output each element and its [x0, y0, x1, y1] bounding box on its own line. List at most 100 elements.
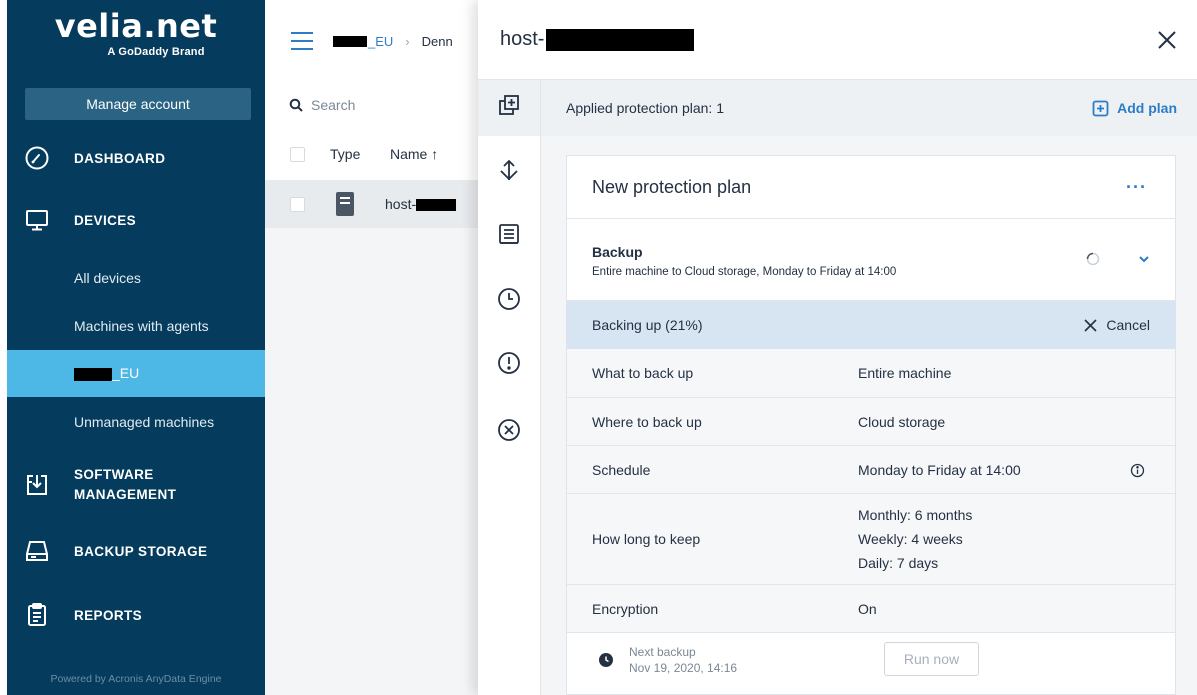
column-header-type[interactable]: Type	[330, 146, 390, 162]
sidebar-item-eu-label: _EU	[112, 365, 140, 381]
redacted-block	[333, 35, 367, 47]
sidebar: velia.net A GoDaddy Brand Manage account…	[7, 0, 265, 695]
cancel-label: Cancel	[1106, 317, 1150, 333]
dashboard-gauge-icon	[22, 143, 52, 173]
backup-arrows-icon[interactable]	[496, 158, 522, 184]
nav-devices-label: DEVICES	[74, 212, 137, 228]
redacted-block	[416, 199, 457, 212]
search-box[interactable]: Search	[265, 82, 480, 128]
manage-account-button[interactable]: Manage account	[25, 88, 251, 120]
nav-reports[interactable]: REPORTS	[7, 593, 265, 637]
row-checkbox[interactable]	[290, 196, 305, 212]
clock-history-icon[interactable]	[496, 286, 522, 312]
more-options-icon[interactable]: ···	[1126, 177, 1147, 198]
nav-reports-label: REPORTS	[74, 607, 143, 623]
nav-backup-storage[interactable]: BACKUP STORAGE	[7, 529, 265, 573]
backup-progress-row: Backing up (21%) Cancel	[567, 301, 1175, 349]
next-backup-time: Nov 19, 2020, 14:16	[629, 661, 738, 675]
clipboard-report-icon	[22, 600, 52, 630]
list-header: Type Name ↑	[265, 128, 480, 180]
select-all-checkbox[interactable]	[290, 146, 305, 162]
add-plan-label: Add plan	[1117, 100, 1177, 116]
breadcrumb-item-group[interactable]: _EU	[368, 34, 393, 49]
add-square-icon	[1092, 100, 1109, 116]
brand-tagline: A GoDaddy Brand	[107, 46, 205, 58]
nav-devices[interactable]: DEVICES	[7, 198, 265, 242]
hamburger-menu-icon[interactable]	[291, 32, 313, 50]
detail-row-retention: How long to keep Monthly: 6 months Weekl…	[567, 494, 1175, 585]
panel-header: host-	[478, 0, 1197, 80]
applied-plans-label: Applied protection plan: 1	[566, 100, 724, 116]
row-device-name-text: host-	[385, 196, 417, 212]
retention-monthly: Monthly: 6 months	[858, 507, 973, 523]
software-install-icon	[22, 470, 52, 500]
close-icon	[1084, 318, 1097, 332]
next-backup-info: Next backup Nov 19, 2020, 14:16	[629, 644, 737, 676]
activities-list-icon[interactable]	[496, 221, 522, 247]
info-icon[interactable]	[1130, 463, 1145, 478]
clock-icon	[599, 653, 613, 667]
sidebar-item-all-devices[interactable]: All devices	[7, 255, 265, 302]
app-window: velia.net A GoDaddy Brand Manage account…	[0, 0, 1197, 695]
nav-software-label-line1: SOFTWARE	[74, 467, 154, 482]
panel-tab-rail	[478, 80, 541, 695]
sidebar-item-eu-group[interactable]: _EU	[7, 350, 265, 397]
sidebar-item-unmanaged-machines[interactable]: Unmanaged machines	[7, 399, 265, 446]
redacted-block	[74, 367, 112, 381]
run-now-button[interactable]: Run now	[884, 642, 979, 676]
search-icon	[289, 98, 303, 112]
cancel-backup-button[interactable]: Cancel	[1084, 317, 1150, 333]
delete-x-circle-icon[interactable]	[496, 417, 522, 443]
next-backup-row: Next backup Nov 19, 2020, 14:16 Run now	[567, 633, 1175, 687]
nav-dashboard[interactable]: DASHBOARD	[7, 136, 265, 180]
close-icon[interactable]	[1155, 28, 1179, 52]
detail-value-list: Monthly: 6 months Weekly: 4 weeks Daily:…	[858, 503, 972, 575]
detail-row-where: Where to back up Cloud storage	[567, 398, 1175, 446]
detail-value: Cloud storage	[858, 413, 946, 430]
add-plan-button[interactable]: Add plan	[1092, 100, 1177, 117]
column-header-name[interactable]: Name ↑	[390, 146, 438, 162]
backup-progress-label: Backing up (21%)	[592, 317, 703, 333]
brand-logo: velia.net	[54, 7, 218, 45]
panel-content: Applied protection plan: 1 Add plan New …	[541, 80, 1197, 695]
nav-dashboard-label: DASHBOARD	[74, 150, 166, 166]
retention-daily: Daily: 7 days	[858, 555, 939, 571]
breadcrumb: _EU › Denn	[333, 34, 453, 49]
detail-row-what: What to back up Entire machine	[567, 349, 1175, 398]
list-toolbar: _EU › Denn	[265, 0, 480, 82]
plan-title: New protection plan	[592, 176, 752, 197]
detail-row-encryption: Encryption On	[567, 585, 1175, 633]
next-backup-label: Next backup	[629, 645, 696, 659]
protection-plans-icon[interactable]	[496, 93, 522, 119]
detail-row-schedule: Schedule Monday to Friday at 14:00	[567, 446, 1175, 494]
detail-value: On	[858, 600, 877, 617]
powered-by-text: Powered by Acronis AnyData Engine	[50, 673, 222, 685]
row-device-name: host-	[385, 196, 457, 212]
detail-key: Schedule	[592, 461, 651, 478]
storage-drive-icon	[22, 536, 52, 566]
backup-module-title: Backup	[592, 244, 643, 260]
device-detail-panel: host- Applied protection plan: 1 Add pla…	[478, 0, 1197, 695]
nav-software-label: SOFTWARE MANAGEMENT	[74, 465, 176, 505]
nav-software-management[interactable]: SOFTWARE MANAGEMENT	[7, 460, 265, 510]
redacted-block	[546, 28, 695, 51]
breadcrumb-item-current: Denn	[421, 33, 453, 49]
retention-weekly: Weekly: 4 weeks	[858, 531, 963, 547]
detail-key: How long to keep	[592, 531, 701, 547]
brand: velia.net A GoDaddy Brand	[7, 0, 265, 80]
panel-title: host-	[500, 28, 545, 50]
sidebar-item-machines-with-agents[interactable]: Machines with agents	[7, 303, 265, 350]
breadcrumb-separator-icon: ›	[405, 33, 410, 49]
nav-software-label-line2: MANAGEMENT	[74, 487, 177, 502]
device-list-pane: _EU › Denn Search Type Name ↑ host-	[265, 0, 480, 695]
applied-plans-bar: Applied protection plan: 1 Add plan	[541, 80, 1197, 136]
detail-key: Encryption	[592, 600, 659, 617]
backup-module-row[interactable]: Backup Entire machine to Cloud storage, …	[567, 219, 1175, 301]
nav-backup-storage-label: BACKUP STORAGE	[74, 543, 208, 559]
table-row[interactable]: host-	[265, 180, 480, 228]
search-placeholder: Search	[311, 97, 356, 113]
chevron-down-icon[interactable]	[1138, 253, 1150, 265]
monitor-icon	[22, 205, 52, 235]
alert-exclamation-icon[interactable]	[496, 350, 522, 376]
server-device-icon	[336, 192, 354, 216]
